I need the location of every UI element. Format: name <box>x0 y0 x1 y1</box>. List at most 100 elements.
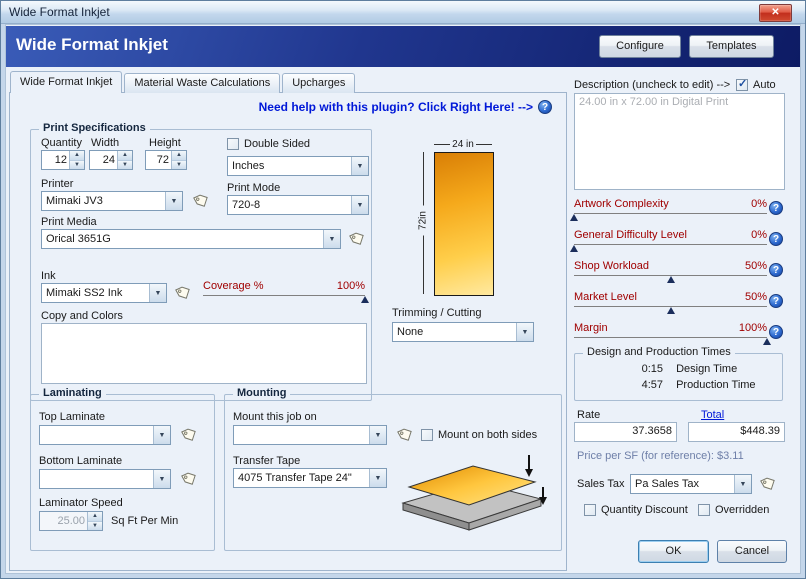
down-arrow-icon[interactable]: ▼ <box>118 161 132 170</box>
overridden-checkbox[interactable]: Overridden <box>698 504 769 516</box>
bottom-laminate-label: Bottom Laminate <box>39 455 122 467</box>
configure-button[interactable]: Configure <box>599 35 681 58</box>
mount-tag-icon[interactable] <box>395 426 413 446</box>
help-link-text[interactable]: Need help with this plugin? Click Right … <box>259 100 533 114</box>
print-media-tag-icon[interactable] <box>347 230 365 250</box>
general-difficulty-help-icon[interactable]: ? <box>769 232 783 246</box>
artwork-complexity-help-icon[interactable]: ? <box>769 201 783 215</box>
margin-value: 100% <box>739 322 767 334</box>
help-icon[interactable]: ? <box>538 100 552 114</box>
margin-slider[interactable]: Margin 100% <box>574 322 767 346</box>
coverage-slider-thumb[interactable] <box>361 296 369 303</box>
chevron-down-icon[interactable]: ▼ <box>149 284 166 302</box>
trimming-cutting-dropdown[interactable]: None ▼ <box>392 322 534 342</box>
ink-tag-icon[interactable] <box>173 284 191 304</box>
market-level-slider[interactable]: Market Level 50% <box>574 291 767 315</box>
up-arrow-icon[interactable]: ▲ <box>118 151 132 161</box>
chevron-down-icon[interactable]: ▼ <box>369 426 386 444</box>
total-field[interactable]: $448.39 <box>688 422 785 442</box>
up-arrow-icon[interactable]: ▲ <box>70 151 84 161</box>
auto-description-checkbox[interactable]: Auto <box>736 79 776 91</box>
shop-workload-help-icon[interactable]: ? <box>769 263 783 277</box>
transfer-tape-dropdown[interactable]: 4075 Transfer Tape 24" ▼ <box>233 468 387 488</box>
height-value[interactable]: 72 <box>146 151 171 169</box>
slider-thumb[interactable] <box>667 307 675 314</box>
cancel-button[interactable]: Cancel <box>717 540 787 563</box>
checkbox-box[interactable] <box>698 504 710 516</box>
tab-wide-format-inkjet[interactable]: Wide Format Inkjet <box>10 71 122 93</box>
printer-tag-icon[interactable] <box>191 192 209 212</box>
slider-track[interactable] <box>574 244 767 253</box>
slider-track[interactable] <box>574 213 767 222</box>
ink-dropdown[interactable]: Mimaki SS2 Ink ▼ <box>41 283 167 303</box>
top-laminate-tag-icon[interactable] <box>179 426 197 446</box>
chevron-down-icon[interactable]: ▼ <box>153 470 170 488</box>
chevron-down-icon[interactable]: ▼ <box>323 230 340 248</box>
sales-tax-tag-icon[interactable] <box>758 475 776 495</box>
slider-track[interactable] <box>574 337 767 346</box>
general-difficulty-slider[interactable]: General Difficulty Level 0% <box>574 229 767 253</box>
print-mode-dropdown[interactable]: 720-8 ▼ <box>227 195 369 215</box>
templates-button[interactable]: Templates <box>689 35 774 58</box>
rate-field[interactable]: 37.3658 <box>574 422 677 442</box>
checkbox-box[interactable] <box>736 79 748 91</box>
chevron-down-icon[interactable]: ▼ <box>351 157 368 175</box>
transfer-tape-label: Transfer Tape <box>233 455 300 467</box>
printer-dropdown[interactable]: Mimaki JV3 ▼ <box>41 191 183 211</box>
coverage-slider[interactable]: Coverage % 100% <box>203 280 365 304</box>
slider-thumb[interactable] <box>570 214 578 221</box>
market-level-help-icon[interactable]: ? <box>769 294 783 308</box>
quantity-stepper[interactable]: 12 ▲▼ <box>41 150 85 170</box>
slider-track[interactable] <box>574 275 767 284</box>
slider-thumb[interactable] <box>763 338 771 345</box>
laminating-group: Laminating Top Laminate ▼ Bottom Laminat… <box>30 394 215 551</box>
tab-material-waste-calculations[interactable]: Material Waste Calculations <box>124 73 280 93</box>
bottom-laminate-tag-icon[interactable] <box>179 470 197 490</box>
coverage-slider-track[interactable] <box>203 295 365 304</box>
general-difficulty-value: 0% <box>751 229 767 241</box>
chevron-down-icon[interactable]: ▼ <box>153 426 170 444</box>
quantity-spin-buttons[interactable]: ▲▼ <box>69 151 84 169</box>
height-stepper[interactable]: 72 ▲▼ <box>145 150 187 170</box>
height-spin-buttons[interactable]: ▲▼ <box>171 151 186 169</box>
down-arrow-icon[interactable]: ▼ <box>172 161 186 170</box>
quantity-discount-checkbox[interactable]: Quantity Discount <box>584 504 688 516</box>
chevron-down-icon[interactable]: ▼ <box>369 469 386 487</box>
chevron-down-icon[interactable]: ▼ <box>734 475 751 493</box>
top-laminate-dropdown[interactable]: ▼ <box>39 425 171 445</box>
laminating-title: Laminating <box>39 387 106 399</box>
double-sided-checkbox[interactable]: Double Sided <box>227 138 310 150</box>
width-stepper[interactable]: 24 ▲▼ <box>89 150 133 170</box>
slider-thumb[interactable] <box>570 245 578 252</box>
quantity-value[interactable]: 12 <box>42 151 69 169</box>
margin-help-icon[interactable]: ? <box>769 325 783 339</box>
chevron-down-icon[interactable]: ▼ <box>351 196 368 214</box>
chevron-down-icon[interactable]: ▼ <box>165 192 182 210</box>
mount-both-sides-checkbox[interactable]: Mount on both sides <box>421 429 537 441</box>
shop-workload-slider[interactable]: Shop Workload 50% <box>574 260 767 284</box>
close-button[interactable]: ✕ <box>759 4 792 22</box>
print-media-dropdown[interactable]: Orical 3651G ▼ <box>41 229 341 249</box>
sales-tax-dropdown[interactable]: Pa Sales Tax ▼ <box>630 474 752 494</box>
bottom-laminate-dropdown[interactable]: ▼ <box>39 469 171 489</box>
copy-and-colors-textarea[interactable] <box>41 323 367 384</box>
help-link[interactable]: Need help with this plugin? Click Right … <box>259 100 552 114</box>
ok-button[interactable]: OK <box>638 540 709 563</box>
sales-tax-label: Sales Tax <box>577 478 625 490</box>
width-value[interactable]: 24 <box>90 151 117 169</box>
up-arrow-icon[interactable]: ▲ <box>172 151 186 161</box>
total-link[interactable]: Total <box>701 409 724 421</box>
slider-thumb[interactable] <box>667 276 675 283</box>
slider-track[interactable] <box>574 306 767 315</box>
mount-job-dropdown[interactable]: ▼ <box>233 425 387 445</box>
units-dropdown[interactable]: Inches ▼ <box>227 156 369 176</box>
checkbox-box[interactable] <box>584 504 596 516</box>
width-spin-buttons[interactable]: ▲▼ <box>117 151 132 169</box>
checkbox-box[interactable] <box>227 138 239 150</box>
checkbox-box[interactable] <box>421 429 433 441</box>
chevron-down-icon[interactable]: ▼ <box>516 323 533 341</box>
mount-job-label: Mount this job on <box>233 411 317 423</box>
tab-upcharges[interactable]: Upcharges <box>282 73 355 93</box>
artwork-complexity-slider[interactable]: Artwork Complexity 0% <box>574 198 767 222</box>
down-arrow-icon[interactable]: ▼ <box>70 161 84 170</box>
